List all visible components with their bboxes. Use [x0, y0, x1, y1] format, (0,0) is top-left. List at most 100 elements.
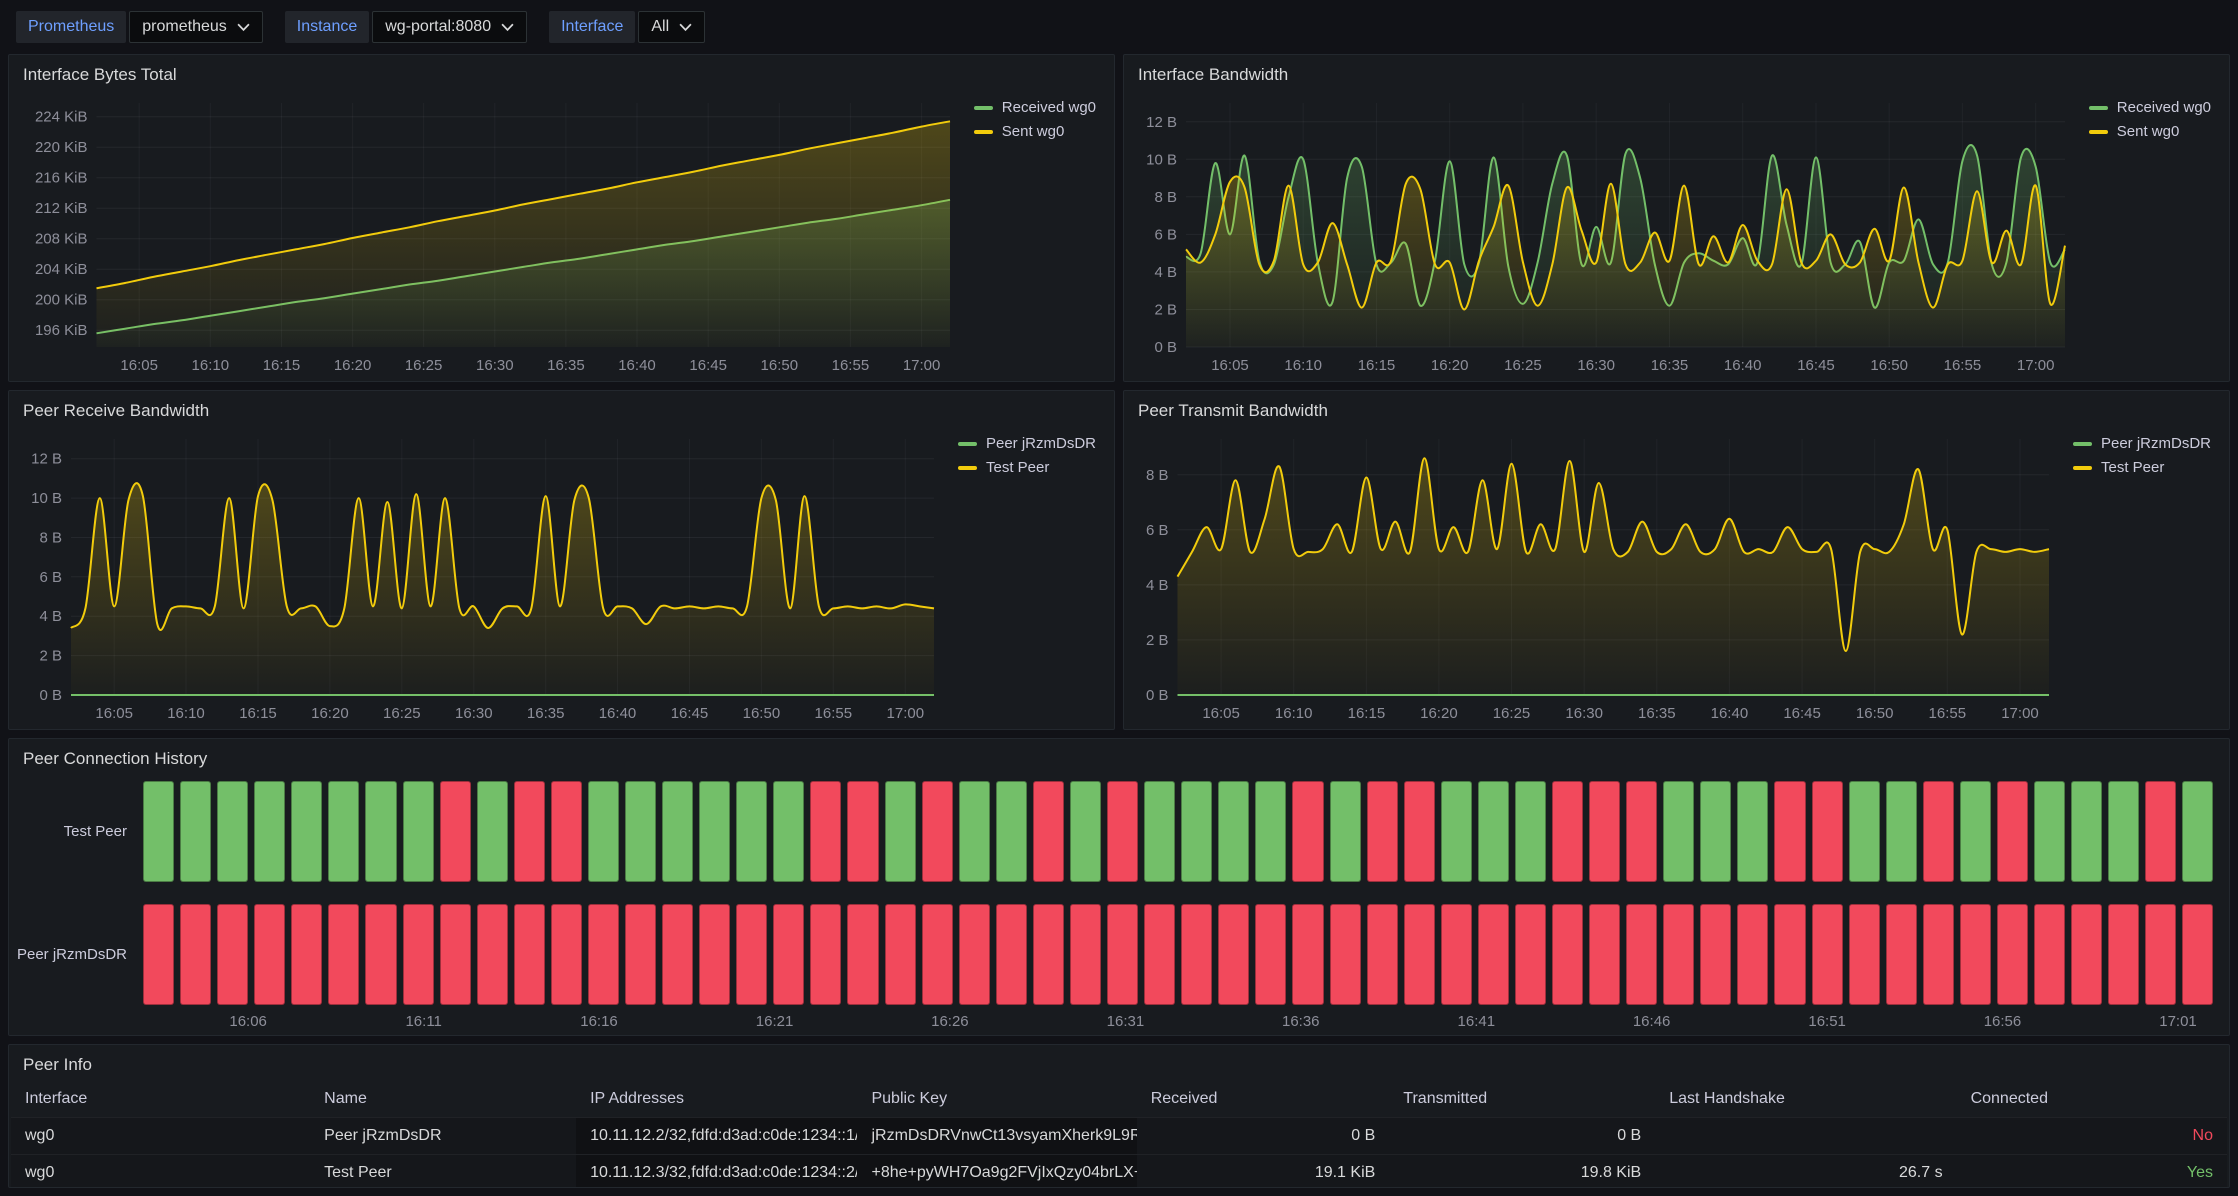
panel-interface-bandwidth: Interface Bandwidth 0 B2 B4 B6 B8 B10 B1…: [1123, 54, 2230, 382]
time-series-plot[interactable]: 0 B2 B4 B6 B8 B10 B12 B16:0516:1016:1516…: [19, 425, 942, 725]
state-segment-down: [922, 904, 953, 1005]
state-segment-down: [217, 904, 248, 1005]
svg-text:17:00: 17:00: [887, 705, 925, 722]
x-tick-label: 16:11: [405, 1013, 441, 1030]
state-segment-down: [1626, 904, 1657, 1005]
state-segment-down: [773, 904, 804, 1005]
panel-title-peer-receive-bandwidth[interactable]: Peer Receive Bandwidth: [9, 391, 1114, 425]
variable-label-instance[interactable]: Instance: [285, 11, 369, 43]
svg-text:8 B: 8 B: [1154, 189, 1177, 206]
column-header-received[interactable]: Received: [1137, 1081, 1390, 1118]
state-segment-down: [1626, 781, 1657, 882]
state-segment-down: [1478, 904, 1509, 1005]
svg-text:16:35: 16:35: [1638, 705, 1676, 722]
column-header-name[interactable]: Name: [310, 1081, 576, 1118]
state-segment-down: [810, 904, 841, 1005]
svg-text:16:20: 16:20: [311, 705, 349, 722]
state-segment-up: [1255, 781, 1286, 882]
state-segment-down: [1404, 781, 1435, 882]
cell-connected: Yes: [1957, 1155, 2227, 1188]
legend-item-test-peer[interactable]: Test Peer: [958, 459, 1096, 476]
column-header-transmitted[interactable]: Transmitted: [1389, 1081, 1655, 1118]
column-header-last-handshake[interactable]: Last Handshake: [1655, 1081, 1956, 1118]
state-segment-up: [2182, 781, 2213, 882]
svg-text:16:15: 16:15: [263, 357, 301, 374]
svg-text:16:25: 16:25: [405, 357, 443, 374]
state-segment-down: [1033, 781, 1064, 882]
svg-text:16:30: 16:30: [476, 357, 514, 374]
chevron-down-icon: [679, 23, 692, 32]
state-segment-up: [1700, 781, 1731, 882]
state-segment-down: [1404, 904, 1435, 1005]
legend-item-received-wg0[interactable]: Received wg0: [2089, 99, 2211, 116]
column-header-interface[interactable]: Interface: [11, 1081, 310, 1118]
state-segment-down: [551, 904, 582, 1005]
column-header-connected[interactable]: Connected: [1957, 1081, 2227, 1118]
state-segment-down: [1960, 904, 1991, 1005]
state-segment-up: [1070, 781, 1101, 882]
svg-text:200 KiB: 200 KiB: [35, 292, 88, 309]
time-series-plot[interactable]: 196 KiB200 KiB204 KiB208 KiB212 KiB216 K…: [19, 89, 958, 377]
state-segment-up: [588, 781, 619, 882]
timeline-row-label: Peer jRzmDsDR: [15, 904, 143, 1005]
variable-value-prometheus-dropdown[interactable]: prometheus: [129, 11, 263, 43]
variable-value-text: All: [651, 18, 669, 36]
x-tick-label: 16:51: [1808, 1013, 1846, 1030]
variable-label-interface[interactable]: Interface: [549, 11, 635, 43]
legend-item-peer-jrzmdsdr[interactable]: Peer jRzmDsDR: [958, 435, 1096, 452]
state-segment-down: [1552, 781, 1583, 882]
svg-text:6 B: 6 B: [1154, 226, 1177, 243]
timeline-bars: [143, 904, 2213, 1005]
state-segment-down: [847, 781, 878, 882]
table-header-row: InterfaceNameIP AddressesPublic KeyRecei…: [11, 1081, 2227, 1118]
state-segment-down: [2034, 904, 2065, 1005]
variable-label-prometheus[interactable]: Prometheus: [16, 11, 126, 43]
cell-transmitted: 0 B: [1389, 1118, 1655, 1155]
cell-interface: wg0: [11, 1118, 310, 1155]
chart-svg: 0 B2 B4 B6 B8 B10 B12 B16:0516:1016:1516…: [19, 425, 942, 725]
variable-value-interface-dropdown[interactable]: All: [638, 11, 705, 43]
state-segment-down: [2108, 904, 2139, 1005]
state-segment-up: [2071, 781, 2102, 882]
svg-text:10 B: 10 B: [31, 490, 62, 507]
series-color-marker: [974, 106, 993, 110]
svg-text:16:15: 16:15: [1348, 705, 1386, 722]
cell-interface: wg0: [11, 1155, 310, 1188]
state-segment-down: [588, 904, 619, 1005]
time-series-plot[interactable]: 0 B2 B4 B6 B8 B10 B12 B16:0516:1016:1516…: [1134, 89, 2073, 377]
svg-text:16:45: 16:45: [1783, 705, 1821, 722]
column-header-ip-addresses[interactable]: IP Addresses: [576, 1081, 857, 1118]
state-segment-up: [1886, 781, 1917, 882]
state-segment-up: [180, 781, 211, 882]
state-segment-down: [440, 781, 471, 882]
panel-title-peer-transmit-bandwidth[interactable]: Peer Transmit Bandwidth: [1124, 391, 2229, 425]
cell-received: 19.1 KiB: [1137, 1155, 1390, 1188]
time-series-plot[interactable]: 0 B2 B4 B6 B8 B16:0516:1016:1516:2016:25…: [1134, 425, 2057, 725]
state-timeline[interactable]: Test PeerPeer jRzmDsDR 16:0616:1116:1616…: [9, 773, 2229, 1035]
variable-value-instance-dropdown[interactable]: wg-portal:8080: [372, 11, 527, 43]
state-segment-down: [1181, 904, 1212, 1005]
panel-title-interface-bandwidth[interactable]: Interface Bandwidth: [1124, 55, 2229, 89]
state-segment-down: [2071, 904, 2102, 1005]
legend-item-sent-wg0[interactable]: Sent wg0: [2089, 123, 2211, 140]
state-segment-down: [1663, 904, 1694, 1005]
variable-prometheus: Prometheus prometheus: [16, 11, 263, 43]
legend-item-sent-wg0[interactable]: Sent wg0: [974, 123, 1096, 140]
state-segment-down: [514, 781, 545, 882]
column-header-public-key[interactable]: Public Key: [857, 1081, 1136, 1118]
cell-last-handshake: [1655, 1118, 1956, 1155]
state-segment-down: [180, 904, 211, 1005]
svg-text:16:40: 16:40: [1724, 357, 1762, 374]
svg-text:16:30: 16:30: [1577, 357, 1615, 374]
legend: Peer jRzmDsDR Test Peer: [2057, 425, 2221, 725]
state-segment-up: [1144, 781, 1175, 882]
legend-item-test-peer[interactable]: Test Peer: [2073, 459, 2211, 476]
panel-title-peer-info[interactable]: Peer Info: [9, 1045, 2229, 1079]
svg-text:16:05: 16:05: [95, 705, 133, 722]
state-segment-down: [1292, 904, 1323, 1005]
state-segment-down: [1589, 904, 1620, 1005]
panel-title-interface-bytes-total[interactable]: Interface Bytes Total: [9, 55, 1114, 89]
panel-title-peer-connection-history[interactable]: Peer Connection History: [9, 739, 2229, 773]
legend-item-peer-jrzmdsdr[interactable]: Peer jRzmDsDR: [2073, 435, 2211, 452]
legend-item-received-wg0[interactable]: Received wg0: [974, 99, 1096, 116]
